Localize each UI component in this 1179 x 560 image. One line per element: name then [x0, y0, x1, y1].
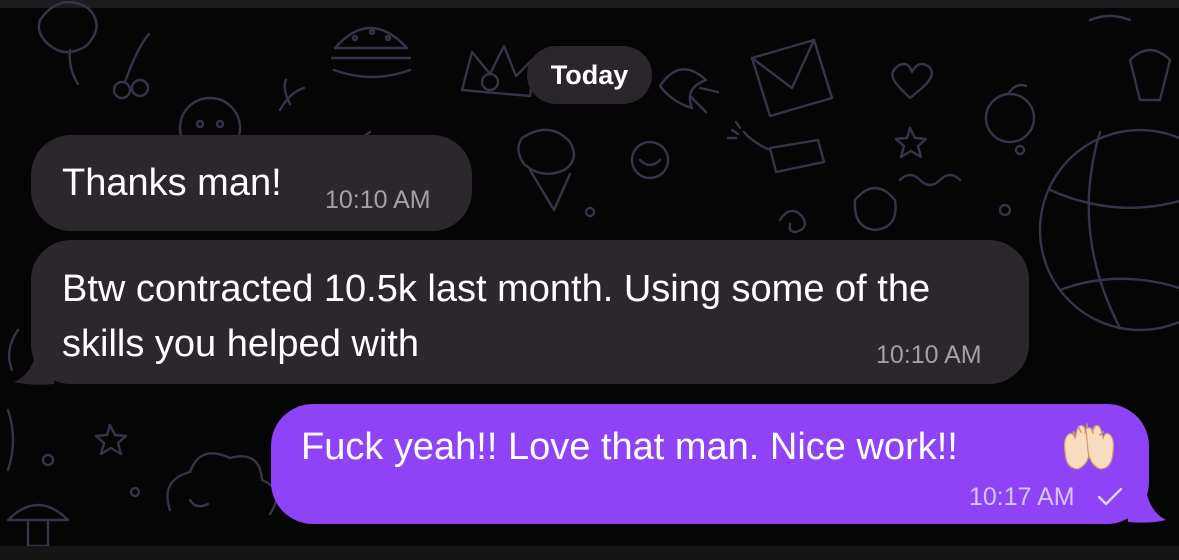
raising-hands-icon [1063, 423, 1115, 470]
message-timestamp: 10:17 AM [969, 483, 1075, 511]
incoming-bubble-tail [14, 352, 54, 385]
chat-view[interactable]: Today Thanks man! 10:10 AM Btw contracte… [0, 0, 1179, 560]
message-timestamp: 10:10 AM [325, 186, 431, 214]
message-text: Btw contracted 10.5k last month. Using s… [62, 268, 931, 365]
date-separator-label: Today [550, 59, 629, 90]
message-text: Thanks man! [62, 162, 282, 204]
outgoing-message-bubble[interactable]: Fuck yeah!! Love that man. Nice work!! 1… [271, 404, 1149, 524]
incoming-message-bubble[interactable]: Thanks man! 10:10 AM [31, 135, 472, 231]
incoming-message-bubble[interactable]: Btw contracted 10.5k last month. Using s… [31, 240, 1029, 384]
bottom-bar-edge [0, 546, 1179, 560]
message-text: Fuck yeah!! Love that man. Nice work!! [301, 426, 958, 468]
date-separator: Today [527, 46, 652, 104]
outgoing-bubble-tail [1128, 490, 1166, 523]
check-icon [1097, 487, 1123, 506]
message-timestamp: 10:10 AM [876, 341, 982, 369]
